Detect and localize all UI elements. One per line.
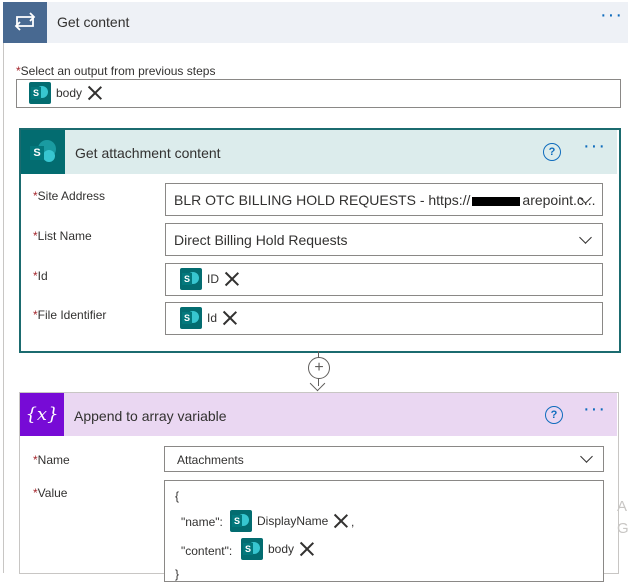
file-identifier-label: *File Identifier <box>33 308 106 322</box>
redaction-bar <box>472 196 521 206</box>
sharepoint-icon <box>230 510 252 532</box>
ap-more-options-icon[interactable]: ··· <box>583 399 606 419</box>
variable-icon: {x} <box>20 393 64 436</box>
site-address-dropdown[interactable]: BLR OTC BILLING HOLD REQUESTS - https://… <box>165 183 603 216</box>
id-input[interactable]: ID <box>165 263 603 296</box>
sharepoint-icon <box>180 307 202 329</box>
file-identifier-token-label: Id <box>207 311 218 325</box>
id-token-label: ID <box>207 272 219 286</box>
select-output-label: *Select an output from previous steps <box>16 64 215 78</box>
apply-to-each-title[interactable]: Get content <box>57 14 129 30</box>
name-key: "name": <box>181 515 223 529</box>
site-address-value: BLR OTC BILLING HOLD REQUESTS - https://… <box>174 192 596 208</box>
body-token[interactable]: body <box>29 82 103 104</box>
add-step-icon[interactable]: + <box>308 357 330 379</box>
content-body-token[interactable]: body <box>241 538 315 560</box>
remove-token-icon[interactable] <box>299 541 315 557</box>
sp-more-options-icon[interactable]: ··· <box>583 136 606 156</box>
select-output-label-text: Select an output from previous steps <box>20 64 216 78</box>
open-brace: { <box>175 489 180 503</box>
site-address-label-text: Site Address <box>37 189 106 203</box>
close-brace: } <box>175 567 180 581</box>
loop-icon <box>3 2 47 43</box>
list-name-dropdown[interactable]: Direct Billing Hold Requests <box>165 223 603 256</box>
site-address-prefix: BLR OTC BILLING HOLD REQUESTS - https:// <box>174 192 471 208</box>
content-key: "content": <box>181 544 233 558</box>
file-identifier-label-text: File Identifier <box>37 308 107 322</box>
side-letter-g: G <box>617 520 628 537</box>
id-label-text: Id <box>37 269 48 283</box>
help-icon[interactable]: ? <box>545 406 563 424</box>
sharepoint-logo-icon: S <box>21 130 65 174</box>
append-to-array-title[interactable]: Append to array variable <box>74 408 227 424</box>
comma: , <box>351 515 355 529</box>
chevron-down-icon[interactable] <box>580 450 593 463</box>
sharepoint-icon <box>29 82 51 104</box>
list-name-value: Direct Billing Hold Requests <box>174 232 348 248</box>
variable-name-value: Attachments <box>177 453 244 467</box>
remove-token-icon[interactable] <box>87 85 103 101</box>
file-identifier-input[interactable]: Id <box>165 302 603 335</box>
site-address-label: *Site Address <box>33 189 105 203</box>
get-attachment-content-title[interactable]: Get attachment content <box>75 145 221 161</box>
loop-more-options-icon[interactable]: ··· <box>600 5 623 25</box>
select-output-input[interactable]: body <box>16 79 621 108</box>
value-editor[interactable]: { "name": DisplayName , "content": body … <box>164 480 604 582</box>
remove-token-icon[interactable] <box>224 271 240 287</box>
variable-name-dropdown[interactable]: Attachments <box>164 446 604 472</box>
body-token-label: body <box>56 86 83 100</box>
remove-token-icon[interactable] <box>333 513 349 529</box>
help-icon[interactable]: ? <box>543 143 561 161</box>
value-label: *Value <box>33 486 67 500</box>
displayname-token[interactable]: DisplayName <box>230 510 349 532</box>
side-letter-a: A <box>617 498 628 515</box>
side-panel-letters: A G <box>617 496 628 540</box>
list-name-label-text: List Name <box>37 229 92 243</box>
remove-token-icon[interactable] <box>222 310 238 326</box>
id-label: *Id <box>33 269 48 283</box>
file-identifier-token[interactable]: Id <box>180 307 238 329</box>
chevron-down-icon[interactable] <box>579 231 592 244</box>
displayname-token-label: DisplayName <box>257 514 329 528</box>
content-body-token-label: body <box>268 542 295 556</box>
list-name-label: *List Name <box>33 229 92 243</box>
id-token[interactable]: ID <box>180 268 240 290</box>
name-label-text: Name <box>37 453 70 467</box>
sharepoint-icon <box>241 538 263 560</box>
sharepoint-icon <box>180 268 202 290</box>
name-label: *Name <box>33 453 70 467</box>
value-label-text: Value <box>37 486 68 500</box>
